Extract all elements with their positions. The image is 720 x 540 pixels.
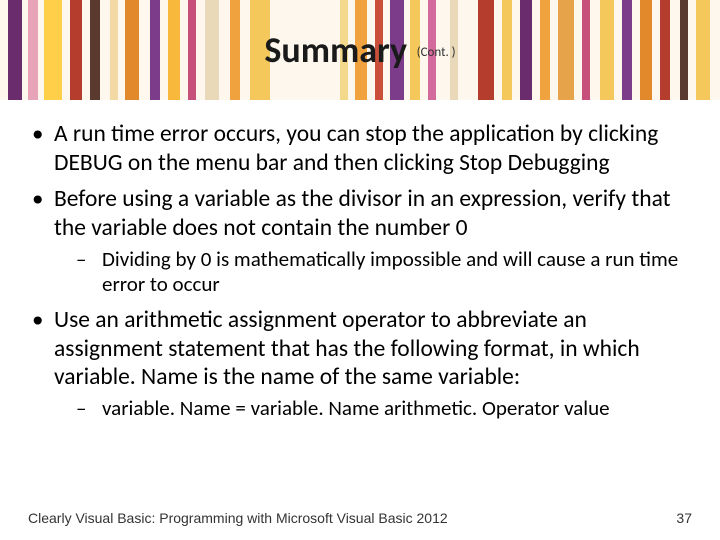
sub-item: variable. Name = variable. Name arithmet… [54, 396, 692, 422]
slide-title: Summary [264, 28, 407, 72]
bullet-text: A run time error occurs, you can stop th… [54, 120, 658, 177]
bullet-list: A run time error occurs, you can stop th… [28, 120, 692, 421]
sub-item: Dividing by 0 is mathematically impossib… [54, 247, 692, 298]
sub-text: Dividing by 0 is mathematically impossib… [102, 246, 678, 298]
footer-text: Clearly Visual Basic: Programming with M… [28, 510, 448, 526]
sub-list: Dividing by 0 is mathematically impossib… [54, 247, 692, 298]
bullet-item: A run time error occurs, you can stop th… [28, 120, 692, 177]
content-area: A run time error occurs, you can stop th… [28, 120, 692, 429]
bullet-item: Use an arithmetic assignment operator to… [28, 306, 692, 422]
title-cont: (Cont. ) [417, 45, 456, 60]
slide: Summary (Cont. ) A run time error occurs… [0, 0, 720, 540]
bullet-text: Use an arithmetic assignment operator to… [54, 306, 640, 391]
footer: Clearly Visual Basic: Programming with M… [28, 510, 692, 526]
sub-list: variable. Name = variable. Name arithmet… [54, 396, 692, 422]
bullet-item: Before using a variable as the divisor i… [28, 185, 692, 298]
title-area: Summary (Cont. ) [0, 28, 720, 72]
bullet-text: Before using a variable as the divisor i… [54, 185, 671, 242]
sub-text: variable. Name = variable. Name arithmet… [102, 395, 610, 421]
page-number: 37 [676, 510, 692, 526]
